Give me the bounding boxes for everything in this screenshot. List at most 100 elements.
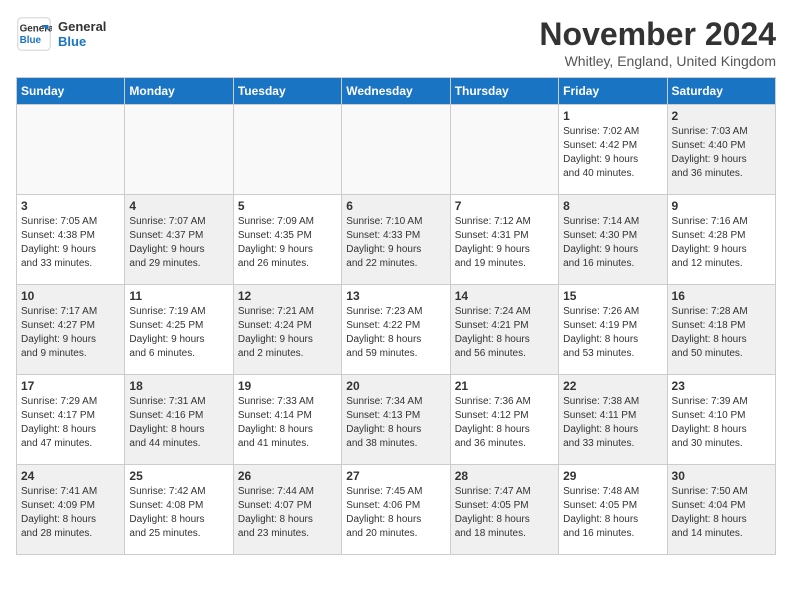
calendar-cell: 16Sunrise: 7:28 AM Sunset: 4:18 PM Dayli… xyxy=(667,285,775,375)
calendar-cell: 28Sunrise: 7:47 AM Sunset: 4:05 PM Dayli… xyxy=(450,465,558,555)
day-info: Sunrise: 7:29 AM Sunset: 4:17 PM Dayligh… xyxy=(21,395,120,451)
logo-blue: Blue xyxy=(58,34,106,49)
calendar-cell: 10 Sunrise: 7:17 AM Sunset: 4:27 PM Dayli… xyxy=(17,285,125,375)
location: Whitley, England, United Kingdom xyxy=(539,53,776,69)
day-info: Sunrise: 7:10 AM Sunset: 4:33 PM Dayligh… xyxy=(346,215,445,271)
day-number: 13 xyxy=(346,289,445,303)
week-row-3: 10 Sunrise: 7:17 AM Sunset: 4:27 PM Dayli… xyxy=(17,285,776,375)
page-header: General Blue General Blue November 2024 … xyxy=(16,16,776,69)
logo-general: General xyxy=(58,19,106,34)
day-number: 3 xyxy=(21,199,120,213)
day-info: Sunrise: 7:34 AM Sunset: 4:13 PM Dayligh… xyxy=(346,395,445,451)
calendar-cell xyxy=(125,105,233,195)
logo: General Blue General Blue xyxy=(16,16,106,52)
calendar-cell: 20 Sunrise: 7:34 AM Sunset: 4:13 PM Dayli… xyxy=(342,375,450,465)
day-number: 20 xyxy=(346,379,445,393)
day-number: 19 xyxy=(238,379,337,393)
calendar-cell: 13Sunrise: 7:23 AM Sunset: 4:22 PM Dayli… xyxy=(342,285,450,375)
calendar-cell: 8Sunrise: 7:14 AM Sunset: 4:30 PM Daylig… xyxy=(559,195,667,285)
weekday-header-sunday: Sunday xyxy=(17,78,125,105)
calendar-cell: 6Sunrise: 7:10 AM Sunset: 4:33 PM Daylig… xyxy=(342,195,450,285)
day-info: Sunrise: 7:16 AM Sunset: 4:28 PM Dayligh… xyxy=(672,215,771,271)
day-number: 2 xyxy=(672,109,771,123)
calendar-cell: 27 Sunrise: 7:45 AM Sunset: 4:06 PM Dayli… xyxy=(342,465,450,555)
day-info: Sunrise: 7:48 AM Sunset: 4:05 PM Dayligh… xyxy=(563,485,662,541)
calendar-cell: 5Sunrise: 7:09 AM Sunset: 4:35 PM Daylig… xyxy=(233,195,341,285)
day-number: 5 xyxy=(238,199,337,213)
calendar-table: SundayMondayTuesdayWednesdayThursdayFrid… xyxy=(16,77,776,555)
weekday-header-wednesday: Wednesday xyxy=(342,78,450,105)
day-info: Sunrise: 7:26 AM Sunset: 4:19 PM Dayligh… xyxy=(563,305,662,361)
day-number: 23 xyxy=(672,379,771,393)
day-number: 14 xyxy=(455,289,554,303)
day-info: Sunrise: 7:21 AM Sunset: 4:24 PM Dayligh… xyxy=(238,305,337,361)
calendar-cell: 19 Sunrise: 7:33 AM Sunset: 4:14 PM Dayli… xyxy=(233,375,341,465)
calendar-cell: 21 Sunrise: 7:36 AM Sunset: 4:12 PM Dayli… xyxy=(450,375,558,465)
calendar-cell: 9 Sunrise: 7:16 AM Sunset: 4:28 PM Daylig… xyxy=(667,195,775,285)
calendar-cell: 24Sunrise: 7:41 AM Sunset: 4:09 PM Dayli… xyxy=(17,465,125,555)
day-info: Sunrise: 7:02 AM Sunset: 4:42 PM Dayligh… xyxy=(563,125,662,181)
day-number: 21 xyxy=(455,379,554,393)
day-number: 29 xyxy=(563,469,662,483)
calendar-cell: 17 Sunrise: 7:29 AM Sunset: 4:17 PM Dayli… xyxy=(17,375,125,465)
calendar-cell: 4 Sunrise: 7:07 AM Sunset: 4:37 PM Daylig… xyxy=(125,195,233,285)
month-title: November 2024 xyxy=(539,16,776,53)
week-row-5: 24Sunrise: 7:41 AM Sunset: 4:09 PM Dayli… xyxy=(17,465,776,555)
day-number: 17 xyxy=(21,379,120,393)
weekday-header-saturday: Saturday xyxy=(667,78,775,105)
week-row-4: 17 Sunrise: 7:29 AM Sunset: 4:17 PM Dayli… xyxy=(17,375,776,465)
calendar-cell: 29 Sunrise: 7:48 AM Sunset: 4:05 PM Dayli… xyxy=(559,465,667,555)
day-number: 22 xyxy=(563,379,662,393)
weekday-header-row: SundayMondayTuesdayWednesdayThursdayFrid… xyxy=(17,78,776,105)
day-number: 4 xyxy=(129,199,228,213)
day-number: 12 xyxy=(238,289,337,303)
calendar-cell xyxy=(233,105,341,195)
day-info: Sunrise: 7:17 AM Sunset: 4:27 PM Dayligh… xyxy=(21,305,120,361)
day-info: Sunrise: 7:50 AM Sunset: 4:04 PM Dayligh… xyxy=(672,485,771,541)
calendar-cell xyxy=(17,105,125,195)
logo-icon: General Blue xyxy=(16,16,52,52)
day-info: Sunrise: 7:07 AM Sunset: 4:37 PM Dayligh… xyxy=(129,215,228,271)
day-info: Sunrise: 7:24 AM Sunset: 4:21 PM Dayligh… xyxy=(455,305,554,361)
day-number: 30 xyxy=(672,469,771,483)
day-info: Sunrise: 7:05 AM Sunset: 4:38 PM Dayligh… xyxy=(21,215,120,271)
calendar-cell: 18Sunrise: 7:31 AM Sunset: 4:16 PM Dayli… xyxy=(125,375,233,465)
weekday-header-tuesday: Tuesday xyxy=(233,78,341,105)
day-info: Sunrise: 7:39 AM Sunset: 4:10 PM Dayligh… xyxy=(672,395,771,451)
week-row-1: 1 Sunrise: 7:02 AM Sunset: 4:42 PM Daylig… xyxy=(17,105,776,195)
calendar-cell: 12 Sunrise: 7:21 AM Sunset: 4:24 PM Dayli… xyxy=(233,285,341,375)
day-info: Sunrise: 7:14 AM Sunset: 4:30 PM Dayligh… xyxy=(563,215,662,271)
calendar-cell: 11Sunrise: 7:19 AM Sunset: 4:25 PM Dayli… xyxy=(125,285,233,375)
day-info: Sunrise: 7:19 AM Sunset: 4:25 PM Dayligh… xyxy=(129,305,228,361)
calendar-cell: 30 Sunrise: 7:50 AM Sunset: 4:04 PM Dayli… xyxy=(667,465,775,555)
calendar-cell: 3 Sunrise: 7:05 AM Sunset: 4:38 PM Daylig… xyxy=(17,195,125,285)
calendar-cell xyxy=(342,105,450,195)
calendar-cell: 14 Sunrise: 7:24 AM Sunset: 4:21 PM Dayli… xyxy=(450,285,558,375)
day-number: 27 xyxy=(346,469,445,483)
calendar-cell xyxy=(450,105,558,195)
day-info: Sunrise: 7:28 AM Sunset: 4:18 PM Dayligh… xyxy=(672,305,771,361)
day-info: Sunrise: 7:36 AM Sunset: 4:12 PM Dayligh… xyxy=(455,395,554,451)
day-info: Sunrise: 7:03 AM Sunset: 4:40 PM Dayligh… xyxy=(672,125,771,181)
day-number: 25 xyxy=(129,469,228,483)
day-info: Sunrise: 7:31 AM Sunset: 4:16 PM Dayligh… xyxy=(129,395,228,451)
day-info: Sunrise: 7:42 AM Sunset: 4:08 PM Dayligh… xyxy=(129,485,228,541)
weekday-header-monday: Monday xyxy=(125,78,233,105)
calendar-cell: 25 Sunrise: 7:42 AM Sunset: 4:08 PM Dayli… xyxy=(125,465,233,555)
day-number: 10 xyxy=(21,289,120,303)
day-number: 1 xyxy=(563,109,662,123)
calendar-cell: 2 Sunrise: 7:03 AM Sunset: 4:40 PM Daylig… xyxy=(667,105,775,195)
weekday-header-thursday: Thursday xyxy=(450,78,558,105)
day-info: Sunrise: 7:44 AM Sunset: 4:07 PM Dayligh… xyxy=(238,485,337,541)
day-info: Sunrise: 7:47 AM Sunset: 4:05 PM Dayligh… xyxy=(455,485,554,541)
day-number: 9 xyxy=(672,199,771,213)
calendar-cell: 22Sunrise: 7:38 AM Sunset: 4:11 PM Dayli… xyxy=(559,375,667,465)
svg-text:Blue: Blue xyxy=(20,35,42,46)
day-info: Sunrise: 7:41 AM Sunset: 4:09 PM Dayligh… xyxy=(21,485,120,541)
calendar-cell: 7Sunrise: 7:12 AM Sunset: 4:31 PM Daylig… xyxy=(450,195,558,285)
day-info: Sunrise: 7:45 AM Sunset: 4:06 PM Dayligh… xyxy=(346,485,445,541)
day-info: Sunrise: 7:33 AM Sunset: 4:14 PM Dayligh… xyxy=(238,395,337,451)
calendar-cell: 26 Sunrise: 7:44 AM Sunset: 4:07 PM Dayli… xyxy=(233,465,341,555)
day-number: 26 xyxy=(238,469,337,483)
weekday-header-friday: Friday xyxy=(559,78,667,105)
